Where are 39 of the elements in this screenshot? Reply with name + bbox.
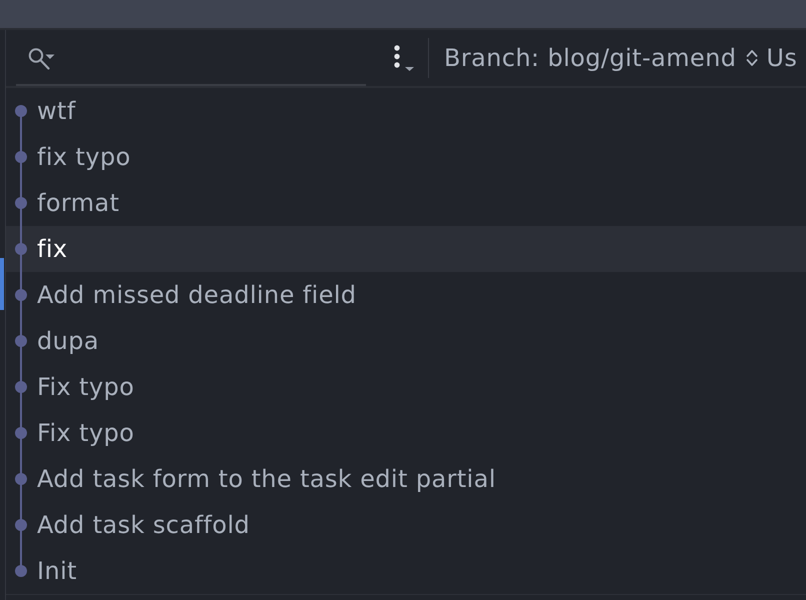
commit-dot-icon: [15, 381, 27, 393]
kebab-menu-icon: [393, 45, 415, 71]
chevron-up-down-icon: [746, 49, 758, 67]
commit-dot-icon: [15, 519, 27, 531]
more-options-button[interactable]: [393, 45, 415, 71]
commit-dot-icon: [15, 335, 27, 347]
commit-message: fix typo: [37, 143, 131, 171]
commit-row[interactable]: wtf: [6, 88, 806, 134]
commit-dot-icon: [15, 105, 27, 117]
commit-row[interactable]: Fix typo: [6, 410, 806, 456]
commit-message: Add missed deadline field: [37, 281, 356, 309]
commit-dot-icon: [15, 289, 27, 301]
commit-row[interactable]: fix typo: [6, 134, 806, 180]
commit-row[interactable]: Add task scaffold: [6, 502, 806, 548]
commit-message: wtf: [37, 97, 76, 125]
commit-dot-icon: [15, 151, 27, 163]
commit-row[interactable]: dupa: [6, 318, 806, 364]
commit-dot-icon: [15, 565, 27, 577]
commit-row[interactable]: Fix typo: [6, 364, 806, 410]
filter-button[interactable]: Us: [766, 44, 798, 72]
commit-message: Init: [37, 557, 77, 585]
search-icon: [28, 46, 55, 70]
commit-dot-icon: [15, 197, 27, 209]
commit-dot-icon: [15, 243, 27, 255]
commit-row[interactable]: format: [6, 180, 806, 226]
commit-row[interactable]: Init: [6, 548, 806, 594]
commit-message: fix: [37, 235, 68, 263]
commit-message: format: [37, 189, 120, 217]
commit-row[interactable]: fix: [6, 226, 806, 272]
commit-message: Fix typo: [37, 419, 134, 447]
commit-message: Add task form to the task edit partial: [37, 465, 496, 493]
gutter-marker: [0, 258, 4, 310]
commit-row[interactable]: Add missed deadline field: [6, 272, 806, 318]
commit-message: dupa: [37, 327, 99, 355]
commit-message: Fix typo: [37, 373, 134, 401]
commit-row[interactable]: Add task form to the task edit partial: [6, 456, 806, 502]
commit-message: Add task scaffold: [37, 511, 250, 539]
commit-dot-icon: [15, 473, 27, 485]
commit-dot-icon: [15, 427, 27, 439]
